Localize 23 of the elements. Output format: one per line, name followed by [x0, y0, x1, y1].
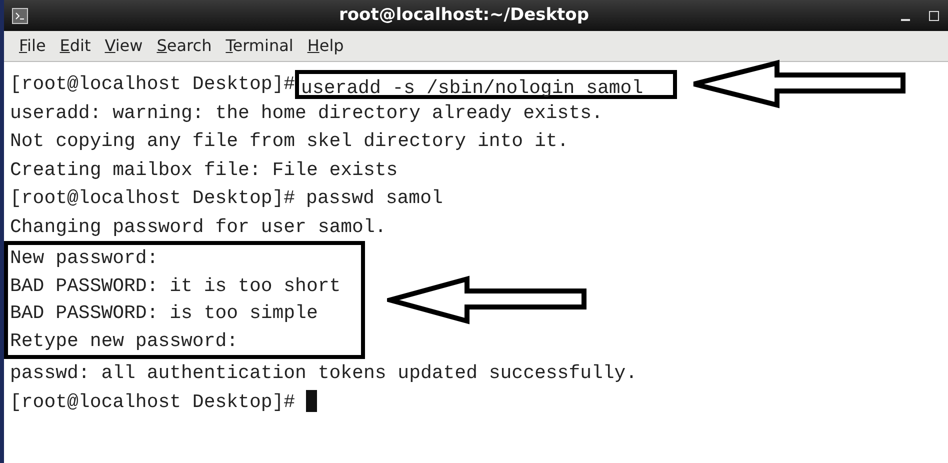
- menu-item[interactable]: Search: [150, 34, 219, 58]
- shell-prompt: [root@localhost Desktop]#: [10, 72, 296, 97]
- menu-item[interactable]: Help: [300, 34, 351, 58]
- menu-item[interactable]: Terminal: [218, 34, 300, 58]
- shell-prompt: [root@localhost Desktop]#: [10, 186, 296, 211]
- menu-item[interactable]: View: [98, 34, 150, 58]
- output-line: New password:: [10, 246, 158, 271]
- window-title: root@localhost:~/Desktop: [338, 4, 590, 27]
- output-line: passwd: all authentication tokens updated successfully.: [10, 361, 638, 386]
- menu-item[interactable]: File: [12, 34, 53, 58]
- terminal-icon: [12, 8, 28, 24]
- menu-item[interactable]: Edit: [52, 34, 98, 58]
- output-line: Changing password for user samol.: [10, 214, 386, 240]
- output-line: useradd: warning: the home directory already exists.: [10, 100, 603, 126]
- output-line: Retype new password:: [10, 328, 238, 354]
- output-line: BAD PASSWORD: it is too short: [10, 274, 341, 298]
- output-line: Not copying any file from skel directory into it.: [10, 129, 569, 154]
- command-text: passwd samol: [306, 186, 443, 211]
- highlighted-command: useradd -s /sbin/nologin samol: [295, 70, 678, 98]
- output-line: BAD PASSWORD: is too simple: [10, 301, 318, 326]
- output-line: Creating mailbox file: File exists: [10, 158, 398, 182]
- shell-prompt: [root@localhost Desktop]#: [10, 390, 296, 414]
- maximize-icon[interactable]: [928, 10, 940, 22]
